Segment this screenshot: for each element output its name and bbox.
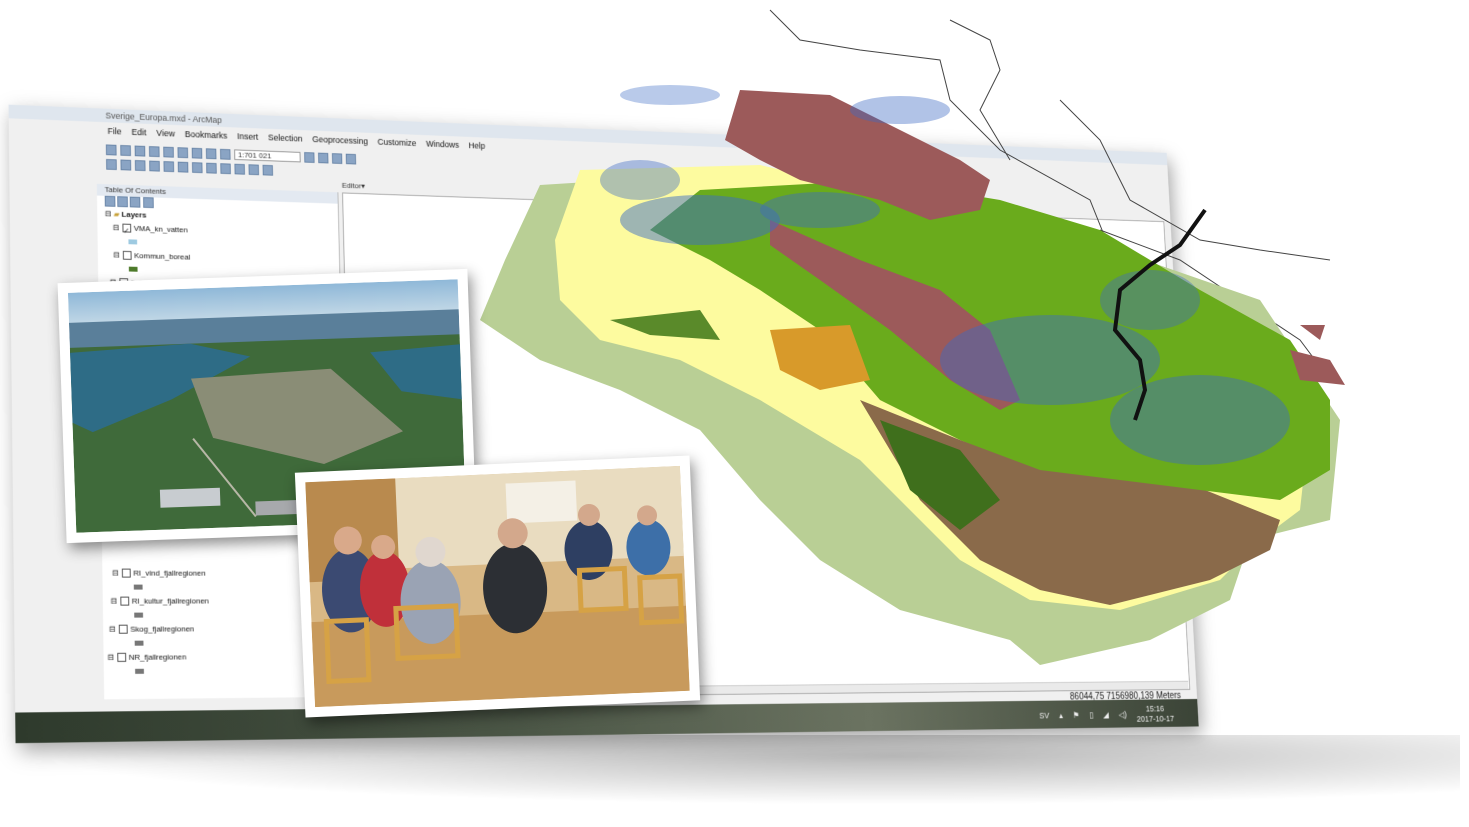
point-cluster	[600, 160, 680, 200]
meeting-photo	[294, 455, 701, 718]
meeting-image	[305, 465, 690, 708]
point-cluster	[620, 195, 780, 245]
industrial-building	[159, 487, 221, 508]
window	[505, 480, 578, 524]
point-cluster	[620, 85, 720, 105]
point-cluster	[760, 192, 880, 228]
map-region-rose	[1300, 325, 1325, 340]
point-cluster	[940, 315, 1160, 405]
collage: Sverige_Europa.mxd - ArcMap File Edit Vi…	[0, 0, 1469, 827]
point-cluster	[850, 96, 950, 124]
road-line	[949, 19, 1011, 161]
